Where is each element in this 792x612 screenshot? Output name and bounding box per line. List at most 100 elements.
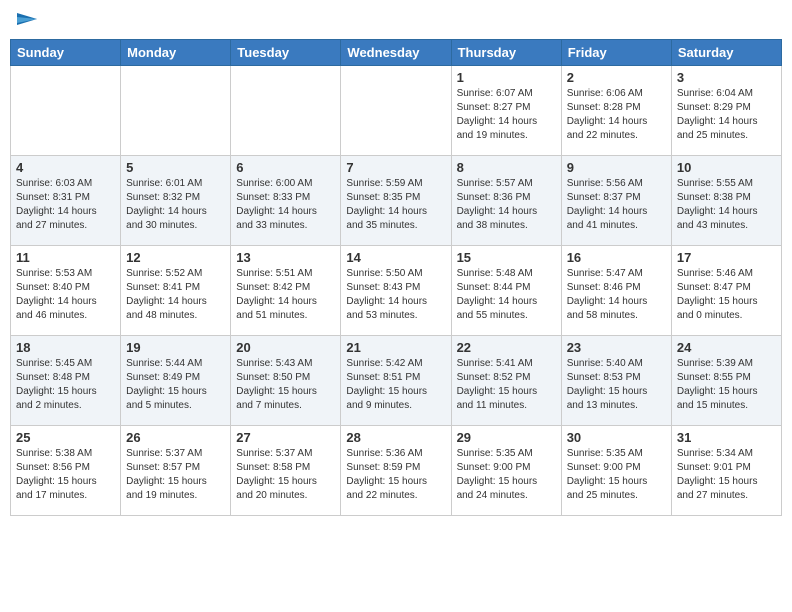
- day-number: 25: [16, 430, 115, 445]
- header-sunday: Sunday: [11, 40, 121, 66]
- calendar-header: Sunday Monday Tuesday Wednesday Thursday…: [11, 40, 782, 66]
- calendar-cell: 2Sunrise: 6:06 AM Sunset: 8:28 PM Daylig…: [561, 66, 671, 156]
- day-number: 8: [457, 160, 556, 175]
- calendar-cell: 19 Sunrise: 5:44 AM Sunset: 8:49 PM Dayli…: [121, 336, 231, 426]
- calendar-cell: 11 Sunrise: 5:53 AM Sunset: 8:40 PM Dayli…: [11, 246, 121, 336]
- day-info: Sunrise: 5:42 AM Sunset: 8:51 PM Dayligh…: [346, 357, 445, 413]
- calendar-cell: [341, 66, 451, 156]
- day-info: Sunrise: 5:59 AM Sunset: 8:35 PM Dayligh…: [346, 177, 445, 233]
- calendar-cell: 29 Sunrise: 5:35 AM Sunset: 9:00 PM Dayli…: [451, 426, 561, 516]
- day-info: Sunrise: 5:53 AM Sunset: 8:40 PM Dayligh…: [16, 267, 115, 323]
- day-info: Sunrise: 5:39 AM Sunset: 8:55 PM Dayligh…: [677, 357, 776, 413]
- day-number: 18: [16, 340, 115, 355]
- day-number: 24: [677, 340, 776, 355]
- day-info: Sunrise: 5:43 AM Sunset: 8:50 PM Dayligh…: [236, 357, 335, 413]
- calendar-cell: 13 Sunrise: 5:51 AM Sunset: 8:42 PM Dayli…: [231, 246, 341, 336]
- calendar-cell: 21 Sunrise: 5:42 AM Sunset: 8:51 PM Dayli…: [341, 336, 451, 426]
- day-info: Sunrise: 5:51 AM Sunset: 8:42 PM Dayligh…: [236, 267, 335, 323]
- header-monday: Monday: [121, 40, 231, 66]
- calendar-week-3: 11 Sunrise: 5:53 AM Sunset: 8:40 PM Dayli…: [11, 246, 782, 336]
- calendar-cell: 18 Sunrise: 5:45 AM Sunset: 8:48 PM Dayli…: [11, 336, 121, 426]
- calendar-cell: 3 Sunrise: 6:04 AM Sunset: 8:29 PM Daylig…: [671, 66, 781, 156]
- calendar-cell: 9Sunrise: 5:56 AM Sunset: 8:37 PM Daylig…: [561, 156, 671, 246]
- calendar-cell: 27Sunrise: 5:37 AM Sunset: 8:58 PM Dayli…: [231, 426, 341, 516]
- day-info: Sunrise: 5:44 AM Sunset: 8:49 PM Dayligh…: [126, 357, 225, 413]
- day-info: Sunrise: 5:47 AM Sunset: 8:46 PM Dayligh…: [567, 267, 666, 323]
- day-number: 4: [16, 160, 115, 175]
- day-info: Sunrise: 6:00 AM Sunset: 8:33 PM Dayligh…: [236, 177, 335, 233]
- calendar-cell: [11, 66, 121, 156]
- calendar-cell: 14 Sunrise: 5:50 AM Sunset: 8:43 PM Dayli…: [341, 246, 451, 336]
- calendar-cell: 22 Sunrise: 5:41 AM Sunset: 8:52 PM Dayli…: [451, 336, 561, 426]
- day-number: 11: [16, 250, 115, 265]
- day-info: Sunrise: 5:41 AM Sunset: 8:52 PM Dayligh…: [457, 357, 556, 413]
- calendar-cell: 16 Sunrise: 5:47 AM Sunset: 8:46 PM Dayli…: [561, 246, 671, 336]
- day-info: Sunrise: 5:48 AM Sunset: 8:44 PM Dayligh…: [457, 267, 556, 323]
- day-info: Sunrise: 5:40 AM Sunset: 8:53 PM Dayligh…: [567, 357, 666, 413]
- day-info: Sunrise: 5:35 AM Sunset: 9:00 PM Dayligh…: [567, 447, 666, 503]
- calendar-week-1: 1Sunrise: 6:07 AM Sunset: 8:27 PM Daylig…: [11, 66, 782, 156]
- header-tuesday: Tuesday: [231, 40, 341, 66]
- day-info: Sunrise: 5:55 AM Sunset: 8:38 PM Dayligh…: [677, 177, 776, 233]
- day-number: 28: [346, 430, 445, 445]
- calendar-cell: 24 Sunrise: 5:39 AM Sunset: 8:55 PM Dayli…: [671, 336, 781, 426]
- day-info: Sunrise: 5:45 AM Sunset: 8:48 PM Dayligh…: [16, 357, 115, 413]
- day-info: Sunrise: 5:50 AM Sunset: 8:43 PM Dayligh…: [346, 267, 445, 323]
- calendar-cell: 1Sunrise: 6:07 AM Sunset: 8:27 PM Daylig…: [451, 66, 561, 156]
- day-number: 14: [346, 250, 445, 265]
- calendar-cell: 28 Sunrise: 5:36 AM Sunset: 8:59 PM Dayli…: [341, 426, 451, 516]
- calendar-week-2: 4Sunrise: 6:03 AM Sunset: 8:31 PM Daylig…: [11, 156, 782, 246]
- day-number: 19: [126, 340, 225, 355]
- calendar-cell: 4Sunrise: 6:03 AM Sunset: 8:31 PM Daylig…: [11, 156, 121, 246]
- calendar-week-4: 18 Sunrise: 5:45 AM Sunset: 8:48 PM Dayli…: [11, 336, 782, 426]
- day-info: Sunrise: 5:36 AM Sunset: 8:59 PM Dayligh…: [346, 447, 445, 503]
- day-number: 9: [567, 160, 666, 175]
- calendar-week-5: 25Sunrise: 5:38 AM Sunset: 8:56 PM Dayli…: [11, 426, 782, 516]
- day-number: 16: [567, 250, 666, 265]
- day-number: 10: [677, 160, 776, 175]
- calendar-cell: [121, 66, 231, 156]
- calendar-cell: 7Sunrise: 5:59 AM Sunset: 8:35 PM Daylig…: [341, 156, 451, 246]
- calendar-cell: 15 Sunrise: 5:48 AM Sunset: 8:44 PM Dayli…: [451, 246, 561, 336]
- calendar-cell: [231, 66, 341, 156]
- day-info: Sunrise: 6:06 AM Sunset: 8:28 PM Dayligh…: [567, 87, 666, 143]
- day-number: 1: [457, 70, 556, 85]
- header-row: Sunday Monday Tuesday Wednesday Thursday…: [11, 40, 782, 66]
- day-info: Sunrise: 5:57 AM Sunset: 8:36 PM Dayligh…: [457, 177, 556, 233]
- day-number: 21: [346, 340, 445, 355]
- day-number: 30: [567, 430, 666, 445]
- calendar-cell: 10 Sunrise: 5:55 AM Sunset: 8:38 PM Dayli…: [671, 156, 781, 246]
- day-number: 31: [677, 430, 776, 445]
- day-number: 23: [567, 340, 666, 355]
- calendar-cell: 23 Sunrise: 5:40 AM Sunset: 8:53 PM Dayli…: [561, 336, 671, 426]
- calendar-cell: 8 Sunrise: 5:57 AM Sunset: 8:36 PM Daylig…: [451, 156, 561, 246]
- header-friday: Friday: [561, 40, 671, 66]
- day-number: 3: [677, 70, 776, 85]
- header-wednesday: Wednesday: [341, 40, 451, 66]
- day-info: Sunrise: 6:01 AM Sunset: 8:32 PM Dayligh…: [126, 177, 225, 233]
- day-number: 13: [236, 250, 335, 265]
- header-thursday: Thursday: [451, 40, 561, 66]
- calendar-cell: 6Sunrise: 6:00 AM Sunset: 8:33 PM Daylig…: [231, 156, 341, 246]
- day-number: 15: [457, 250, 556, 265]
- calendar-cell: 20 Sunrise: 5:43 AM Sunset: 8:50 PM Dayli…: [231, 336, 341, 426]
- calendar-table: Sunday Monday Tuesday Wednesday Thursday…: [10, 39, 782, 516]
- logo-flag-icon: [17, 13, 39, 31]
- day-number: 12: [126, 250, 225, 265]
- day-info: Sunrise: 5:52 AM Sunset: 8:41 PM Dayligh…: [126, 267, 225, 323]
- day-number: 26: [126, 430, 225, 445]
- day-number: 29: [457, 430, 556, 445]
- calendar-cell: 30 Sunrise: 5:35 AM Sunset: 9:00 PM Dayli…: [561, 426, 671, 516]
- header-saturday: Saturday: [671, 40, 781, 66]
- day-info: Sunrise: 5:37 AM Sunset: 8:57 PM Dayligh…: [126, 447, 225, 503]
- calendar-cell: 5 Sunrise: 6:01 AM Sunset: 8:32 PM Daylig…: [121, 156, 231, 246]
- day-number: 22: [457, 340, 556, 355]
- day-info: Sunrise: 6:04 AM Sunset: 8:29 PM Dayligh…: [677, 87, 776, 143]
- day-number: 20: [236, 340, 335, 355]
- day-number: 5: [126, 160, 225, 175]
- logo: [14, 10, 39, 31]
- calendar-cell: 25Sunrise: 5:38 AM Sunset: 8:56 PM Dayli…: [11, 426, 121, 516]
- day-number: 17: [677, 250, 776, 265]
- calendar-cell: 12 Sunrise: 5:52 AM Sunset: 8:41 PM Dayli…: [121, 246, 231, 336]
- day-info: Sunrise: 5:35 AM Sunset: 9:00 PM Dayligh…: [457, 447, 556, 503]
